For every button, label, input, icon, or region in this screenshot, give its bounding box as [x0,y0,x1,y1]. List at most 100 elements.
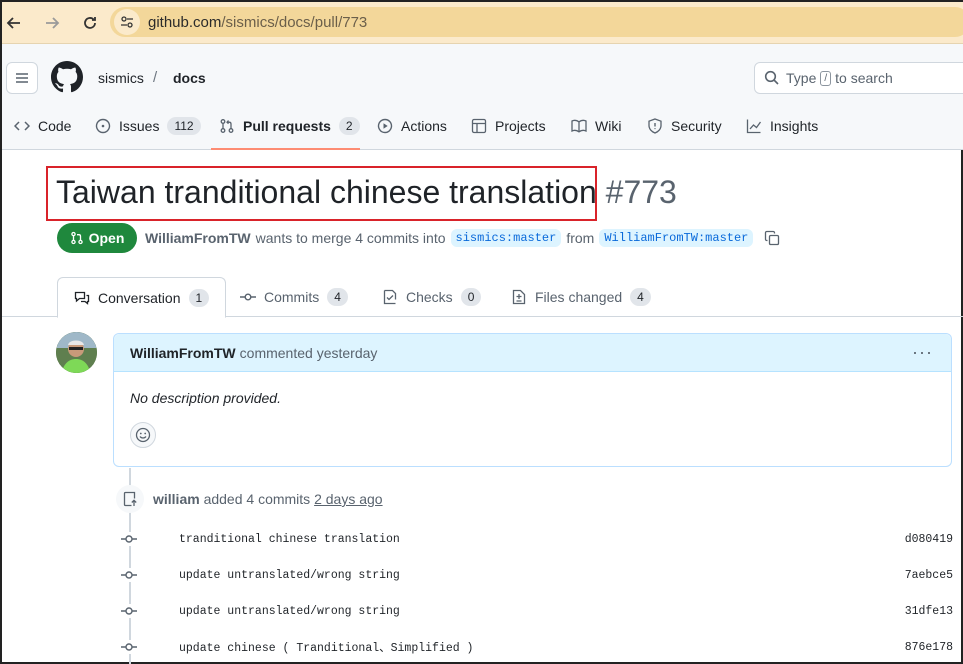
tab-insights-label: Insights [770,118,819,134]
book-icon [571,118,587,134]
tab-wiki-label: Wiki [595,118,622,134]
git-commit-icon [121,532,137,546]
add-reaction-button[interactable] [130,422,156,448]
tab-files-changed[interactable]: Files changed 4 [511,277,651,317]
hamburger-icon [16,73,28,83]
base-branch-link[interactable]: sismics:master [450,229,562,247]
commit-message-link[interactable]: update untranslated/wrong string [179,569,400,582]
commit-row: update untranslated/wrong string 7aebce5 [121,565,963,585]
issue-opened-icon [95,118,111,134]
search-prefix: Type [786,70,817,86]
pull-requests-counter: 2 [338,117,360,135]
breadcrumb-separator: / [153,69,158,86]
pr-number: #773 [605,174,677,210]
push-action: added 4 commits [203,491,311,507]
tab-code[interactable]: Code [14,102,71,150]
commit-message-link[interactable]: update untranslated/wrong string [179,605,400,618]
comment-action: commented yesterday [239,344,378,361]
tab-pull-requests[interactable]: Pull requests 2 [219,102,360,150]
site-info-icon[interactable] [114,9,140,35]
conversation-counter: 1 [188,288,210,307]
graph-icon [746,118,762,134]
search-input[interactable]: Type / to search [754,62,963,94]
commit-sha-link[interactable]: 876e178 [905,641,953,654]
comment-discussion-icon [74,290,90,306]
commit-message-link[interactable]: tranditional chinese translation [179,533,400,546]
copy-icon[interactable] [764,230,780,246]
git-commit-icon [121,640,137,654]
search-icon [764,70,779,85]
tab-checks-label: Checks [406,289,453,305]
title-highlight-box [46,166,597,221]
merge-summary: WilliamFromTW wants to merge 4 commits i… [145,229,780,247]
tab-actions-label: Actions [401,118,447,134]
commit-sha-link[interactable]: 31dfe13 [905,605,953,618]
files-changed-counter: 4 [630,288,651,306]
github-header: sismics / docs Type / to search Code Iss… [2,44,963,150]
tab-code-label: Code [38,118,72,134]
tab-wiki[interactable]: Wiki [571,102,621,150]
back-icon[interactable] [0,7,30,39]
kebab-horizontal-icon[interactable]: ··· [912,342,933,363]
status-badge: Open [57,223,137,253]
checklist-icon [382,289,398,305]
url-text: github.com/sismics/docs/pull/773 [148,14,367,31]
git-commit-icon [121,568,137,582]
tab-issues[interactable]: Issues 112 [95,102,201,150]
table-icon [471,118,487,134]
checks-counter: 0 [460,288,482,306]
comment-header: WilliamFromTW commented yesterday ··· [114,334,951,372]
push-author-link[interactable]: william [153,491,200,507]
hamburger-menu-button[interactable] [6,62,38,94]
commit-row: tranditional chinese translation d080419 [121,529,963,549]
merge-text: wants to merge 4 commits into [255,230,446,246]
url-path: /sismics/docs/pull/773 [221,13,368,31]
url-host: github.com [148,13,222,31]
avatar[interactable] [56,332,97,373]
commit-row: update chinese ( Tranditional、Simplified… [121,637,963,657]
git-pull-request-icon [219,118,235,134]
tab-pull-requests-label: Pull requests [243,118,331,134]
tab-insights[interactable]: Insights [746,102,818,150]
tab-checks[interactable]: Checks 0 [382,277,482,317]
status-label: Open [88,230,125,246]
tab-commits[interactable]: Commits 4 [240,277,348,317]
search-shortcut-key: / [820,70,832,86]
tab-conversation[interactable]: Conversation 1 [57,277,227,318]
tab-projects-label: Projects [495,118,546,134]
comment-body: No description provided. [130,390,281,406]
forward-icon[interactable] [36,7,68,39]
address-bar[interactable]: github.com/sismics/docs/pull/773 [110,7,963,37]
push-time-link[interactable]: 2 days ago [314,491,383,507]
repo-push-icon [116,485,144,513]
git-commit-icon [121,604,137,618]
browser-toolbar: github.com/sismics/docs/pull/773 [2,2,963,44]
comment-author-link[interactable]: WilliamFromTW [130,345,236,361]
repo-name-link[interactable]: docs [173,70,206,86]
repo-nav: Code Issues 112 Pull requests 2 Actions … [2,102,963,150]
issues-counter: 112 [167,117,201,135]
tab-security-label: Security [671,118,722,134]
head-branch-link[interactable]: WilliamFromTW:master [599,229,754,247]
commit-sha-link[interactable]: d080419 [905,533,953,546]
tab-conversation-label: Conversation [98,289,181,306]
tab-actions[interactable]: Actions [377,102,447,150]
tab-projects[interactable]: Projects [471,102,546,150]
github-logo-icon[interactable] [51,61,83,93]
shield-icon [647,118,663,134]
play-icon [377,118,393,134]
reload-icon[interactable] [74,7,106,39]
code-icon [14,118,30,134]
commit-row: update untranslated/wrong string 31dfe13 [121,601,963,621]
smiley-icon [135,427,151,443]
repo-owner-link[interactable]: sismics [98,70,144,86]
commits-counter: 4 [327,288,348,306]
comment-card: WilliamFromTW commented yesterday ··· No… [113,333,952,467]
tab-security[interactable]: Security [647,102,722,150]
search-suffix: to search [835,70,893,86]
file-diff-icon [511,289,527,305]
tab-commits-label: Commits [264,289,320,305]
commit-message-link[interactable]: update chinese ( Tranditional、Simplified… [179,639,473,655]
pr-author-link[interactable]: WilliamFromTW [145,230,251,246]
commit-sha-link[interactable]: 7aebce5 [905,569,953,582]
